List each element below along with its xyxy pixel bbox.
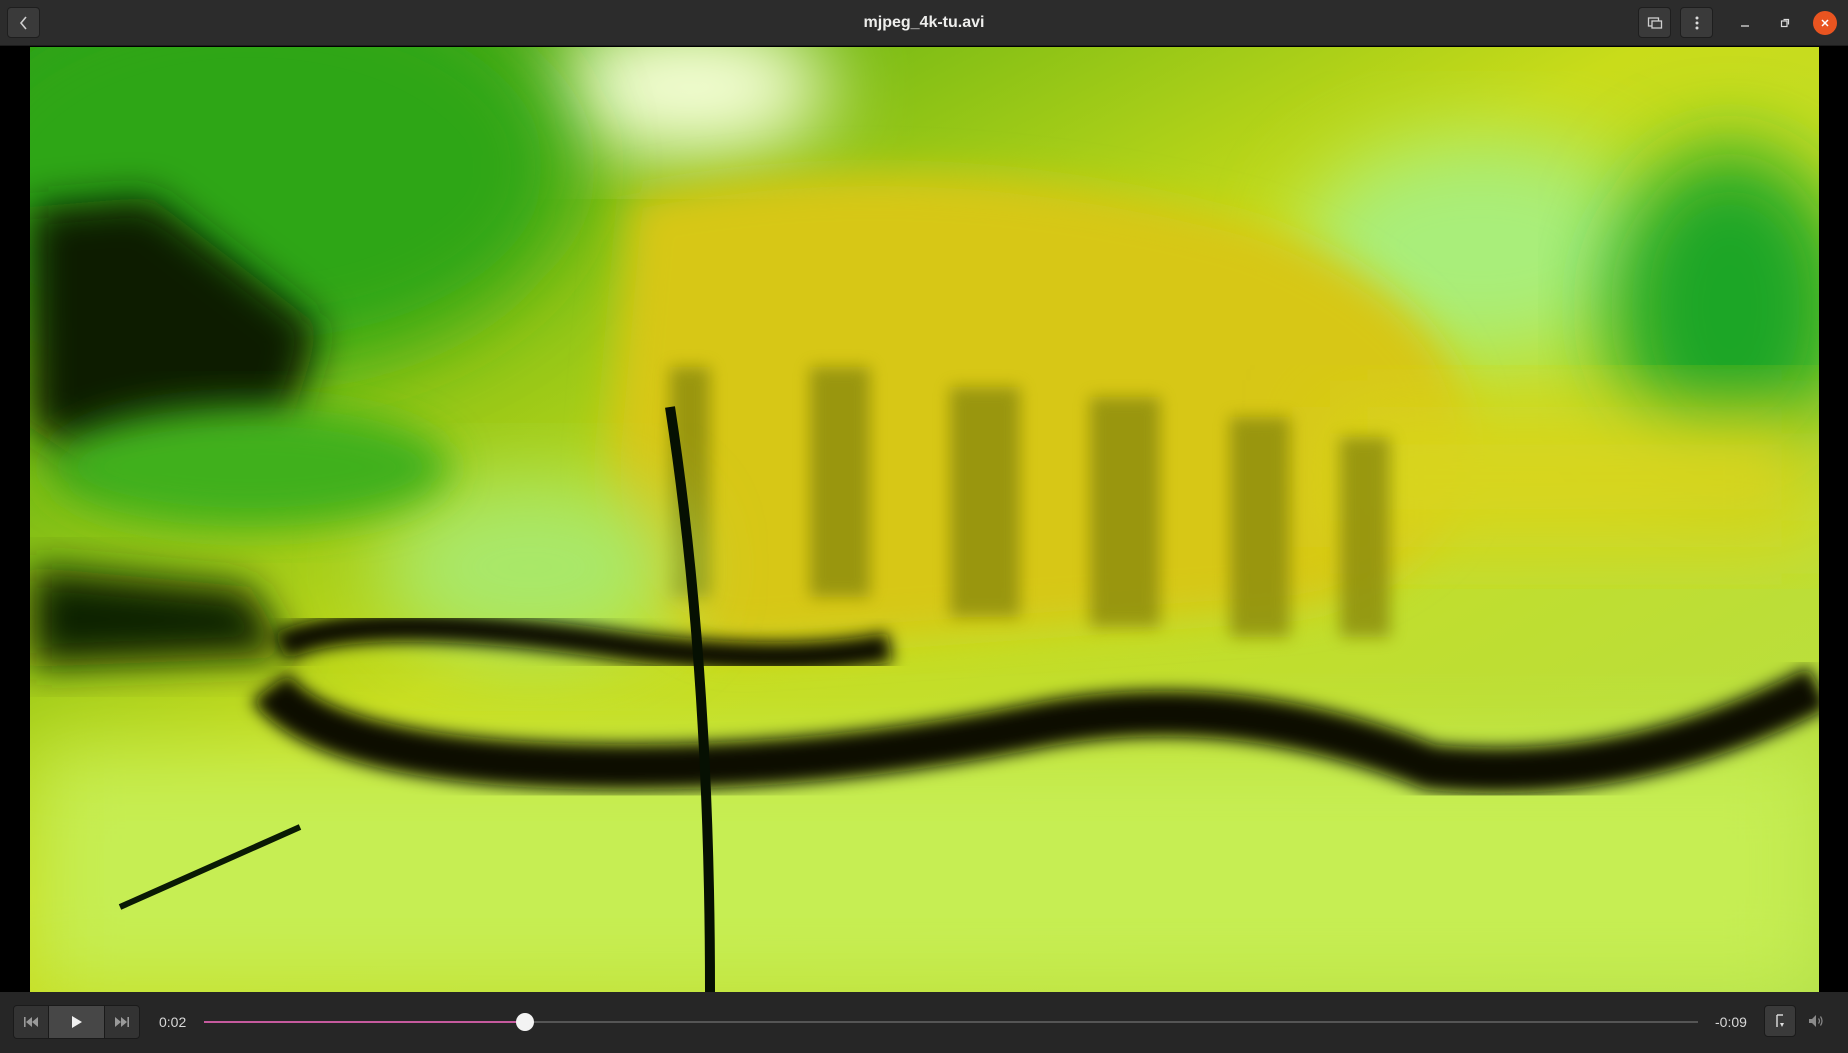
next-button[interactable] [105, 1006, 139, 1038]
subtitles-button[interactable] [1764, 1005, 1796, 1037]
playback-controls: 0:02 -0:09 [0, 992, 1848, 1053]
maximize-icon [1780, 18, 1790, 28]
minimize-icon [1741, 25, 1749, 27]
maximize-button[interactable] [1773, 11, 1797, 35]
close-icon [1821, 19, 1829, 27]
seek-progress [204, 1021, 525, 1023]
skip-forward-icon [115, 1017, 129, 1027]
close-button[interactable] [1813, 11, 1837, 35]
seek-handle[interactable] [516, 1013, 534, 1031]
subtitles-icon [1776, 1014, 1784, 1027]
previous-button[interactable] [14, 1006, 48, 1038]
seek-bar[interactable] [204, 1013, 1698, 1031]
window-title: mjpeg_4k-tu.avi [863, 14, 985, 31]
screen-button[interactable] [1638, 7, 1671, 38]
vertical-dots-icon [1695, 16, 1698, 29]
remaining-time: -0:09 [1715, 1014, 1747, 1030]
video-content [30, 47, 1819, 992]
volume-icon [1809, 1015, 1823, 1027]
elapsed-time: 0:02 [159, 1014, 187, 1030]
volume-button[interactable] [1800, 1005, 1832, 1037]
play-icon [71, 1016, 82, 1028]
video-frame[interactable] [30, 47, 1819, 992]
transport-buttons [13, 1005, 140, 1039]
play-button[interactable] [48, 1006, 105, 1038]
menu-button[interactable] [1680, 7, 1713, 38]
skip-back-icon [24, 1017, 38, 1027]
headerbar: mjpeg_4k-tu.avi [0, 0, 1848, 46]
minimize-button[interactable] [1733, 11, 1757, 35]
screen-icon [1647, 16, 1662, 29]
